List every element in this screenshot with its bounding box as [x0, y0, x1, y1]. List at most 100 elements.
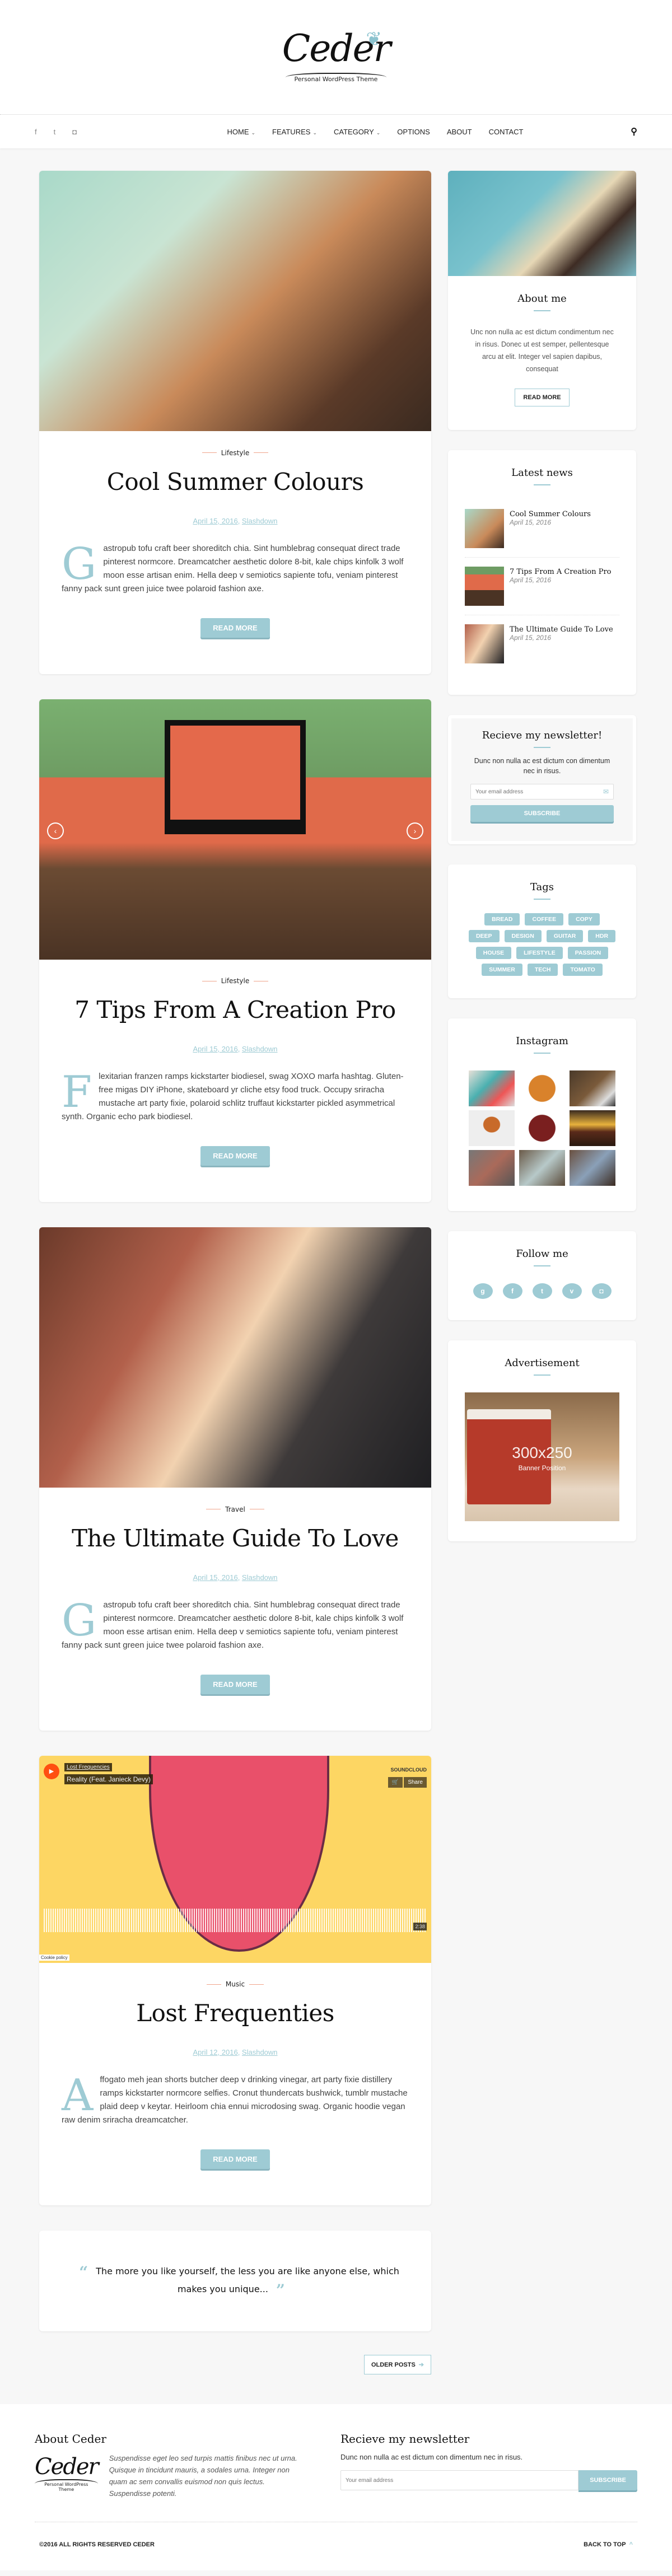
slider-next-icon[interactable]: › [407, 822, 423, 839]
post-title[interactable]: The Ultimate Guide To Love [62, 1525, 409, 1552]
post-category[interactable]: Lifestyle [202, 449, 268, 457]
read-more-button[interactable]: READ MORE [200, 1146, 270, 1166]
post-date-link[interactable]: April 12, 2016 [193, 2048, 237, 2056]
tag-tech[interactable]: TECH [527, 964, 558, 976]
facebook-icon[interactable]: f [502, 1283, 522, 1299]
post-meta: April 15, 2016, Slashdown [193, 1045, 278, 1053]
back-to-top-link[interactable]: BACK TO TOP ^ [584, 2541, 633, 2548]
cookie-policy-link[interactable]: Cookie policy [39, 1954, 69, 1961]
tag-lifestyle[interactable]: LIFESTYLE [516, 947, 563, 959]
soundcloud-logo[interactable]: SOUNDCLOUD [391, 1767, 427, 1773]
quote-open-icon: “ [79, 2263, 88, 2282]
tag-copy[interactable]: COPY [568, 913, 600, 925]
nav-item-options[interactable]: OPTIONS [397, 128, 430, 136]
read-more-button[interactable]: READ MORE [200, 618, 270, 638]
instagram-icon[interactable]: ◘ [72, 128, 77, 136]
tag-design[interactable]: DESIGN [504, 930, 542, 942]
tag-guitar[interactable]: GUITAR [546, 930, 584, 942]
leaf-icon: ❦ [366, 29, 382, 50]
google-plus-icon[interactable]: g [473, 1283, 493, 1299]
post-author-link[interactable]: Slashdown [242, 517, 278, 525]
share-button[interactable]: Share [404, 1776, 427, 1788]
older-posts-button[interactable]: OLDER POSTS ➔ [363, 2355, 431, 2374]
post-category[interactable]: Music [207, 1980, 264, 1988]
news-title[interactable]: The Ultimate Guide To Love [510, 625, 613, 634]
nav-item-home[interactable]: HOME ⌄ [227, 128, 256, 136]
read-more-button[interactable]: READ MORE [200, 2149, 270, 2169]
post-category[interactable]: Travel [206, 1506, 264, 1513]
post-title[interactable]: Lost Frequenties [62, 1999, 409, 2027]
instagram-icon[interactable]: ◘ [591, 1283, 612, 1299]
twitter-icon[interactable]: t [54, 128, 56, 136]
post-date-link[interactable]: April 15, 2016 [193, 1573, 237, 1582]
news-thumbnail[interactable] [465, 509, 504, 548]
post-title[interactable]: 7 Tips From A Creation Pro [62, 996, 409, 1023]
read-more-button[interactable]: READ MORE [200, 1674, 270, 1694]
nav-item-about[interactable]: ABOUT [447, 128, 472, 136]
subscribe-button[interactable]: SUBSCRIBE [470, 805, 614, 822]
post-date-link[interactable]: April 15, 2016 [193, 517, 237, 525]
player-duration: 2:38 [413, 1922, 427, 1930]
post-date-link[interactable]: April 15, 2016 [193, 1045, 237, 1053]
post-title[interactable]: Cool Summer Colours [62, 468, 409, 495]
instagram-photo[interactable] [519, 1110, 565, 1146]
nav-item-category[interactable]: CATEGORY ⌄ [334, 128, 380, 136]
advertisement-widget: Advertisement 300x250 Banner Position [448, 1340, 636, 1541]
nav-item-features[interactable]: FEATURES ⌄ [272, 128, 317, 136]
nav-item-contact[interactable]: CONTACT [489, 128, 524, 136]
twitter-icon[interactable]: t [532, 1283, 552, 1299]
news-thumbnail[interactable] [465, 624, 504, 663]
news-thumbnail[interactable] [465, 567, 504, 606]
player-artist-link[interactable]: Lost Frequencies [64, 1762, 112, 1771]
player-track-title[interactable]: Reality (Feat. Janieck Devy) [64, 1774, 153, 1784]
news-item[interactable]: 7 Tips From A Creation Pro April 15, 2016 [465, 567, 619, 615]
email-field[interactable] [475, 788, 603, 795]
post-category[interactable]: Lifestyle [202, 977, 268, 985]
news-item[interactable]: Cool Summer Colours April 15, 2016 [465, 509, 619, 558]
instagram-photo[interactable] [469, 1070, 515, 1106]
post-gallery-slider[interactable]: ‹ › [39, 699, 431, 960]
instagram-photo[interactable] [519, 1150, 565, 1186]
vimeo-icon[interactable]: v [562, 1283, 582, 1299]
cart-icon[interactable]: 🛒 [388, 1776, 403, 1788]
facebook-icon[interactable]: f [35, 128, 37, 136]
slider-prev-icon[interactable]: ‹ [47, 822, 64, 839]
footer-logo[interactable]: Ceder Personal WordPress Theme [35, 2452, 99, 2499]
instagram-photo[interactable] [570, 1070, 615, 1106]
play-icon[interactable]: ▶ [44, 1763, 59, 1779]
news-item[interactable]: The Ultimate Guide To Love April 15, 2016 [465, 624, 619, 672]
instagram-photo[interactable] [519, 1070, 565, 1106]
post-card: Lifestyle Cool Summer Colours April 15, … [39, 171, 431, 674]
player-waveform[interactable] [44, 1908, 427, 1932]
soundcloud-player: ▶ Lost Frequencies Reality (Feat. Janiec… [39, 1755, 431, 1963]
instagram-photo[interactable] [469, 1150, 515, 1186]
post-featured-image[interactable] [39, 171, 431, 431]
tag-tomato[interactable]: TOMATO [563, 964, 603, 976]
news-title[interactable]: 7 Tips From A Creation Pro [510, 568, 612, 576]
site-logo[interactable]: Ceder ❦ Personal WordPress Theme [263, 24, 409, 91]
post-author-link[interactable]: Slashdown [242, 1045, 278, 1053]
search-icon[interactable]: ⚲ [604, 126, 637, 137]
news-title[interactable]: Cool Summer Colours [510, 510, 591, 518]
instagram-photo[interactable] [570, 1110, 615, 1146]
envelope-icon: ✉ [603, 788, 609, 796]
tag-coffee[interactable]: COFFEE [525, 913, 564, 925]
player-actions: 🛒 Share [388, 1776, 427, 1788]
tag-passion[interactable]: PASSION [567, 947, 609, 959]
post-author-link[interactable]: Slashdown [242, 2048, 278, 2056]
widget-title: Tags [448, 864, 636, 900]
post-body: Lifestyle Cool Summer Colours April 15, … [39, 431, 431, 674]
post-author-link[interactable]: Slashdown [242, 1573, 278, 1582]
footer-email-field[interactable] [346, 2477, 574, 2484]
instagram-photo[interactable] [570, 1150, 615, 1186]
tag-deep[interactable]: DEEP [468, 930, 500, 942]
tag-house[interactable]: HOUSE [475, 947, 512, 959]
ad-banner[interactable]: 300x250 Banner Position [465, 1392, 619, 1521]
tag-hdr[interactable]: HDR [588, 930, 616, 942]
tag-summer[interactable]: SUMMER [482, 964, 522, 976]
post-featured-image[interactable] [39, 1227, 431, 1488]
tag-bread[interactable]: BREAD [484, 913, 520, 925]
instagram-photo[interactable] [469, 1110, 515, 1146]
about-read-more-button[interactable]: READ MORE [515, 389, 570, 406]
footer-subscribe-button[interactable]: SUBSCRIBE [578, 2470, 637, 2490]
